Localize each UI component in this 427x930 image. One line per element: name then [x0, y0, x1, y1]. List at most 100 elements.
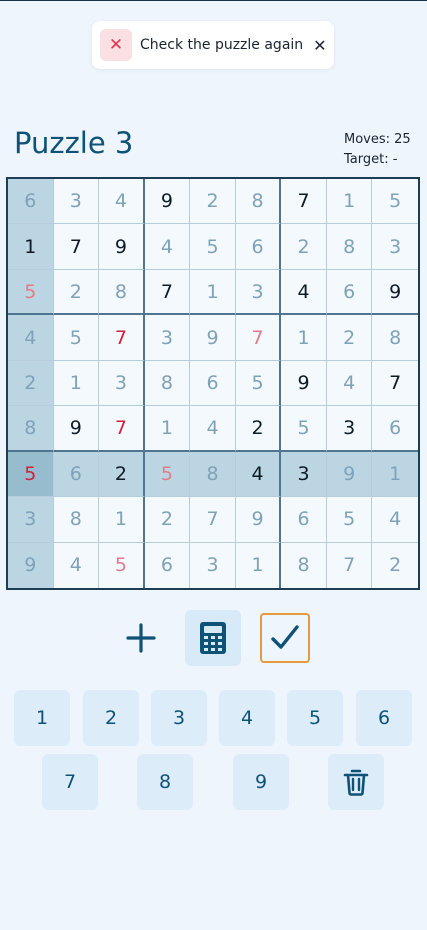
cell-r1-c4[interactable]: 9: [144, 179, 191, 225]
cell-r8-c3[interactable]: 1: [99, 497, 145, 543]
cell-r6-c6[interactable]: 2: [235, 406, 282, 452]
cell-r9-c8[interactable]: 7: [326, 542, 373, 588]
key-3[interactable]: 3: [151, 690, 207, 746]
cell-r5-c4[interactable]: 8: [144, 360, 191, 407]
cell-r3-c8[interactable]: 6: [326, 269, 373, 316]
cell-r6-c4[interactable]: 1: [144, 406, 191, 452]
cell-r6-c2[interactable]: 9: [53, 406, 100, 452]
check-button[interactable]: [260, 613, 310, 663]
key-1[interactable]: 1: [14, 690, 70, 746]
cell-r1-c2[interactable]: 3: [53, 179, 100, 225]
cell-r4-c4[interactable]: 3: [144, 315, 191, 361]
cell-r5-c3[interactable]: 3: [99, 360, 145, 407]
cell-r5-c5[interactable]: 6: [190, 360, 236, 407]
moves-counter: Moves: 25: [344, 132, 411, 147]
cell-r5-c2[interactable]: 1: [53, 360, 100, 407]
cell-r9-c4[interactable]: 6: [144, 542, 191, 588]
cell-r2-c8[interactable]: 8: [326, 224, 373, 270]
key-8[interactable]: 8: [137, 754, 193, 810]
cell-r3-c9[interactable]: 9: [372, 269, 418, 316]
cell-r7-c9[interactable]: 1: [372, 451, 418, 498]
cell-r9-c5[interactable]: 3: [190, 542, 236, 588]
cell-r4-c5[interactable]: 9: [190, 315, 236, 361]
key-4[interactable]: 4: [219, 690, 275, 746]
top-divider: [0, 0, 427, 1]
cell-r6-c1[interactable]: 8: [8, 406, 54, 452]
cell-r1-c5[interactable]: 2: [190, 179, 236, 225]
cell-r8-c2[interactable]: 8: [53, 497, 100, 543]
key-2[interactable]: 2: [83, 690, 139, 746]
calculator-button[interactable]: [185, 610, 241, 666]
cell-r7-c7[interactable]: 3: [281, 451, 327, 498]
cell-r3-c6[interactable]: 3: [235, 269, 282, 316]
cell-r5-c8[interactable]: 4: [326, 360, 373, 407]
cell-r8-c4[interactable]: 2: [144, 497, 191, 543]
cell-r8-c7[interactable]: 6: [281, 497, 327, 543]
cell-r7-c1[interactable]: 5: [8, 451, 54, 498]
cell-r1-c9[interactable]: 5: [372, 179, 418, 225]
cell-r3-c2[interactable]: 2: [53, 269, 100, 316]
cell-r7-c6[interactable]: 4: [235, 451, 282, 498]
cell-r7-c8[interactable]: 9: [326, 451, 373, 498]
key-9[interactable]: 9: [233, 754, 289, 810]
cell-r9-c2[interactable]: 4: [53, 542, 100, 588]
cell-r4-c2[interactable]: 5: [53, 315, 100, 361]
cell-r2-c7[interactable]: 2: [281, 224, 327, 270]
cell-r1-c3[interactable]: 4: [99, 179, 145, 225]
cell-r9-c7[interactable]: 8: [281, 542, 327, 588]
cell-r6-c8[interactable]: 3: [326, 406, 373, 452]
cell-r5-c1[interactable]: 2: [8, 360, 54, 407]
cell-r9-c1[interactable]: 9: [8, 542, 54, 588]
cell-r2-c1[interactable]: 1: [8, 224, 54, 270]
cell-r2-c4[interactable]: 4: [144, 224, 191, 270]
cell-r7-c3[interactable]: 2: [99, 451, 145, 498]
cell-r3-c4[interactable]: 7: [144, 269, 191, 316]
cell-r8-c1[interactable]: 3: [8, 497, 54, 543]
key-7[interactable]: 7: [42, 754, 98, 810]
cell-r1-c8[interactable]: 1: [326, 179, 373, 225]
cell-r1-c6[interactable]: 8: [235, 179, 282, 225]
cell-r7-c4[interactable]: 5: [144, 451, 191, 498]
cell-r4-c3[interactable]: 7: [99, 315, 145, 361]
cell-r4-c1[interactable]: 4: [8, 315, 54, 361]
cell-r2-c2[interactable]: 7: [53, 224, 100, 270]
cell-r5-c9[interactable]: 7: [372, 360, 418, 407]
cell-r1-c1[interactable]: 6: [8, 179, 54, 225]
key-6[interactable]: 6: [356, 690, 412, 746]
cell-r4-c6[interactable]: 7: [235, 315, 282, 361]
cell-r3-c7[interactable]: 4: [281, 269, 327, 316]
cell-r6-c3[interactable]: 7: [99, 406, 145, 452]
cell-r2-c3[interactable]: 9: [99, 224, 145, 270]
cell-r2-c6[interactable]: 6: [235, 224, 282, 270]
cell-r9-c9[interactable]: 2: [372, 542, 418, 588]
key-5[interactable]: 5: [287, 690, 343, 746]
cell-r4-c8[interactable]: 2: [326, 315, 373, 361]
cell-r6-c5[interactable]: 4: [190, 406, 236, 452]
cell-r7-c2[interactable]: 6: [53, 451, 100, 498]
cell-r2-c5[interactable]: 5: [190, 224, 236, 270]
sudoku-board: 6349287151794562835287134694573971282138…: [6, 177, 420, 590]
cell-r3-c5[interactable]: 1: [190, 269, 236, 316]
cell-r8-c9[interactable]: 4: [372, 497, 418, 543]
close-icon[interactable]: ✕: [313, 36, 326, 55]
target-label: Target: -: [344, 152, 398, 167]
add-note-button[interactable]: [113, 610, 169, 666]
cell-r8-c6[interactable]: 9: [235, 497, 282, 543]
cell-r8-c8[interactable]: 5: [326, 497, 373, 543]
cell-r7-c5[interactable]: 8: [190, 451, 236, 498]
cell-r8-c5[interactable]: 7: [190, 497, 236, 543]
cell-r2-c9[interactable]: 3: [372, 224, 418, 270]
cell-r1-c7[interactable]: 7: [281, 179, 327, 225]
cell-r5-c7[interactable]: 9: [281, 360, 327, 407]
cell-r9-c3[interactable]: 5: [99, 542, 145, 588]
cell-r4-c7[interactable]: 1: [281, 315, 327, 361]
cell-r6-c7[interactable]: 5: [281, 406, 327, 452]
cell-r3-c3[interactable]: 8: [99, 269, 145, 316]
cell-r4-c9[interactable]: 8: [372, 315, 418, 361]
trash-icon: [343, 769, 369, 796]
cell-r5-c6[interactable]: 5: [235, 360, 282, 407]
cell-r3-c1[interactable]: 5: [8, 269, 54, 316]
cell-r9-c6[interactable]: 1: [235, 542, 282, 588]
cell-r6-c9[interactable]: 6: [372, 406, 418, 452]
delete-button[interactable]: [328, 754, 384, 810]
